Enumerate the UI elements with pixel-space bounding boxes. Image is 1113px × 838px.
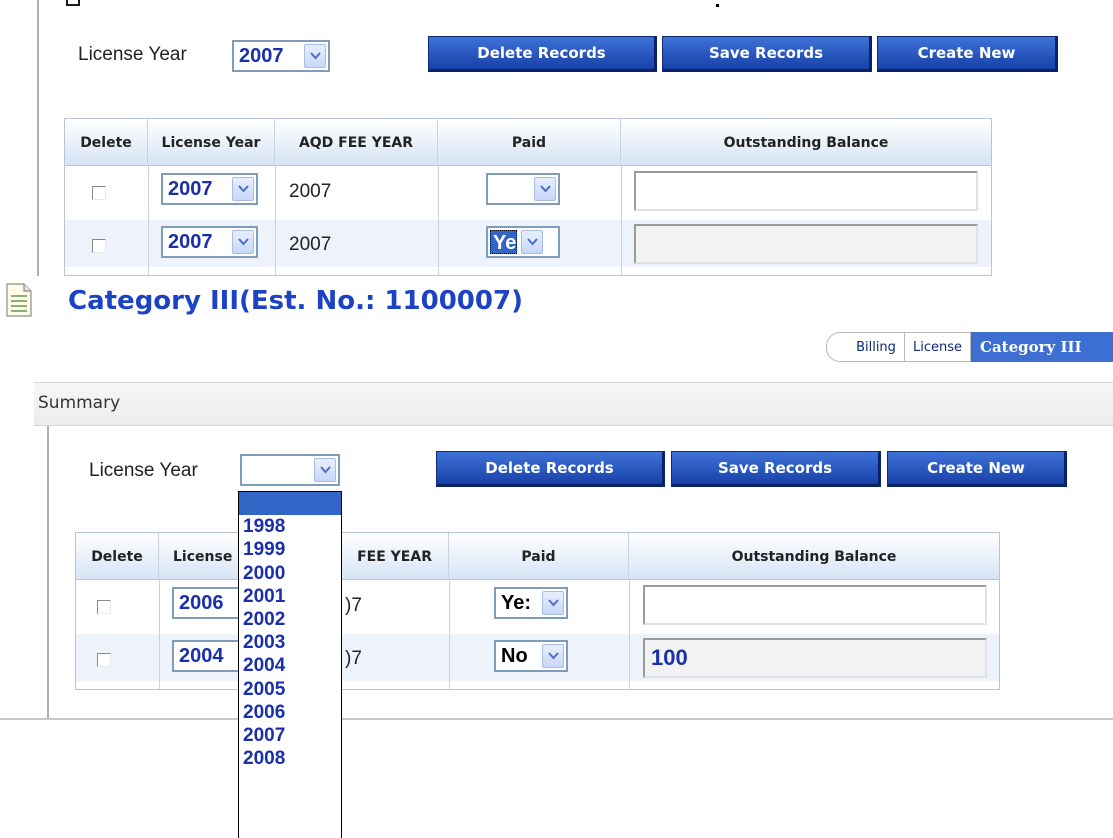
left-rule-top	[37, 0, 39, 276]
summary-save-records-button[interactable]: Save Records	[671, 451, 881, 487]
col-license-year: License Year	[148, 119, 275, 166]
records-table: Delete License Year AQD FEE YEAR Paid Ou…	[64, 118, 992, 276]
row-license-year-value: 2007	[168, 178, 213, 200]
col-delete: Delete	[76, 533, 159, 580]
summary-license-year-label: License Year	[89, 460, 198, 481]
cropped-dot	[716, 4, 719, 7]
cropped-checkbox-icon	[66, 0, 80, 6]
dropdown-option[interactable]: 2004	[239, 654, 341, 677]
dropdown-option[interactable]: 2003	[239, 631, 341, 654]
chevron-down-icon	[521, 230, 544, 254]
col-paid: Paid	[449, 533, 629, 580]
outstanding-balance-input[interactable]	[634, 171, 978, 211]
col-divider	[438, 166, 439, 275]
aqd-fee-year-value: )7	[345, 595, 362, 616]
paid-select[interactable]: Ye	[486, 226, 560, 258]
tab-bar: Billing License Category III	[826, 332, 1113, 362]
paid-select[interactable]: No	[494, 640, 568, 672]
outstanding-balance-input[interactable]: 100	[643, 638, 987, 678]
license-year-label: License Year	[78, 44, 187, 65]
paid-value: Ye:	[501, 592, 532, 614]
chevron-down-icon	[232, 230, 254, 254]
col-outstanding-balance: Outstanding Balance	[731, 548, 897, 565]
dropdown-option[interactable]: 1999	[239, 538, 341, 561]
chevron-down-icon	[314, 458, 336, 482]
delete-checkbox[interactable]	[97, 653, 111, 667]
dropdown-option[interactable]: 2008	[239, 747, 341, 770]
chevron-down-icon	[304, 44, 326, 68]
summary-create-new-button[interactable]: Create New	[887, 451, 1067, 487]
save-records-button[interactable]: Save Records	[662, 36, 872, 72]
left-rule-bottom	[47, 426, 49, 718]
license-year-value: 2007	[239, 45, 284, 67]
table-row: 2006 )7 Ye:	[76, 581, 999, 628]
col-divider	[148, 166, 149, 275]
summary-bar: Summary	[34, 382, 1113, 426]
outstanding-balance-input[interactable]	[643, 585, 987, 625]
chevron-down-icon	[542, 644, 564, 668]
table-header: Delete License Year AQD FEE YEAR Paid Ou…	[65, 119, 991, 166]
chevron-down-icon	[542, 591, 564, 615]
summary-license-year-value	[242, 456, 312, 484]
dropdown-option[interactable]: 2002	[239, 608, 341, 631]
delete-checkbox[interactable]	[92, 186, 106, 200]
license-year-select[interactable]: 2007	[232, 40, 330, 72]
tab-billing[interactable]: Billing	[848, 332, 905, 362]
table-row: 2004 )7 No 100	[76, 634, 999, 681]
license-year-dropdown-list[interactable]: 1998 1999 2000 2001 2002 2003 2004 2005 …	[238, 491, 342, 838]
dropdown-option[interactable]: 1998	[239, 515, 341, 538]
dropdown-option[interactable]: 2000	[239, 562, 341, 585]
summary-title: Summary	[38, 393, 121, 413]
document-icon	[6, 283, 32, 317]
tab-category-iii[interactable]: Category III	[971, 332, 1113, 362]
dropdown-option[interactable]: 2005	[239, 678, 341, 701]
chevron-down-icon	[534, 177, 556, 201]
delete-checkbox[interactable]	[97, 600, 111, 614]
aqd-fee-year-value: 2007	[289, 234, 332, 255]
col-divider	[621, 166, 622, 275]
col-outstanding-balance: Outstanding Balance	[723, 134, 889, 151]
row-license-year-select[interactable]: 2007	[161, 173, 258, 205]
paid-select[interactable]	[486, 173, 560, 205]
outstanding-balance-input[interactable]	[634, 224, 978, 264]
summary-table-header: Delete License FEE YEAR Paid Outstanding…	[76, 533, 999, 580]
dropdown-option[interactable]: 2006	[239, 701, 341, 724]
delete-records-button[interactable]: Delete Records	[428, 36, 657, 72]
section-divider	[0, 718, 1113, 720]
row-license-year-select[interactable]: 2007	[161, 226, 258, 258]
col-delete: Delete	[65, 119, 148, 166]
col-divider	[629, 580, 630, 689]
aqd-fee-year-value: 2007	[289, 181, 332, 202]
col-divider	[275, 166, 276, 275]
tab-bar-curve	[826, 332, 848, 362]
chevron-down-icon	[232, 177, 254, 201]
dropdown-option[interactable]: 2007	[239, 724, 341, 747]
paid-select[interactable]: Ye:	[494, 587, 568, 619]
table-row: 2007 2007	[65, 167, 991, 214]
summary-license-year-select[interactable]	[240, 454, 340, 486]
category-title: Category III(Est. No.: 1100007)	[68, 286, 523, 316]
delete-checkbox[interactable]	[92, 239, 106, 253]
dropdown-option[interactable]	[239, 492, 341, 516]
create-new-button[interactable]: Create New	[877, 36, 1058, 72]
table-row: 2007 2007 Ye	[65, 220, 991, 267]
summary-records-table: Delete License FEE YEAR Paid Outstanding…	[75, 532, 1000, 690]
col-paid: Paid	[438, 119, 621, 166]
summary-delete-records-button[interactable]: Delete Records	[436, 451, 665, 487]
col-divider	[449, 580, 450, 689]
tab-license[interactable]: License	[905, 332, 971, 362]
col-aqd-fee-year: AQD FEE YEAR	[275, 119, 438, 166]
col-divider	[159, 580, 160, 689]
aqd-fee-year-value: )7	[345, 648, 362, 669]
row-license-year-value: 2007	[168, 231, 213, 253]
paid-value: Ye	[490, 230, 518, 254]
paid-value: No	[501, 645, 528, 667]
paid-value	[488, 175, 532, 203]
dropdown-option[interactable]: 2001	[239, 585, 341, 608]
